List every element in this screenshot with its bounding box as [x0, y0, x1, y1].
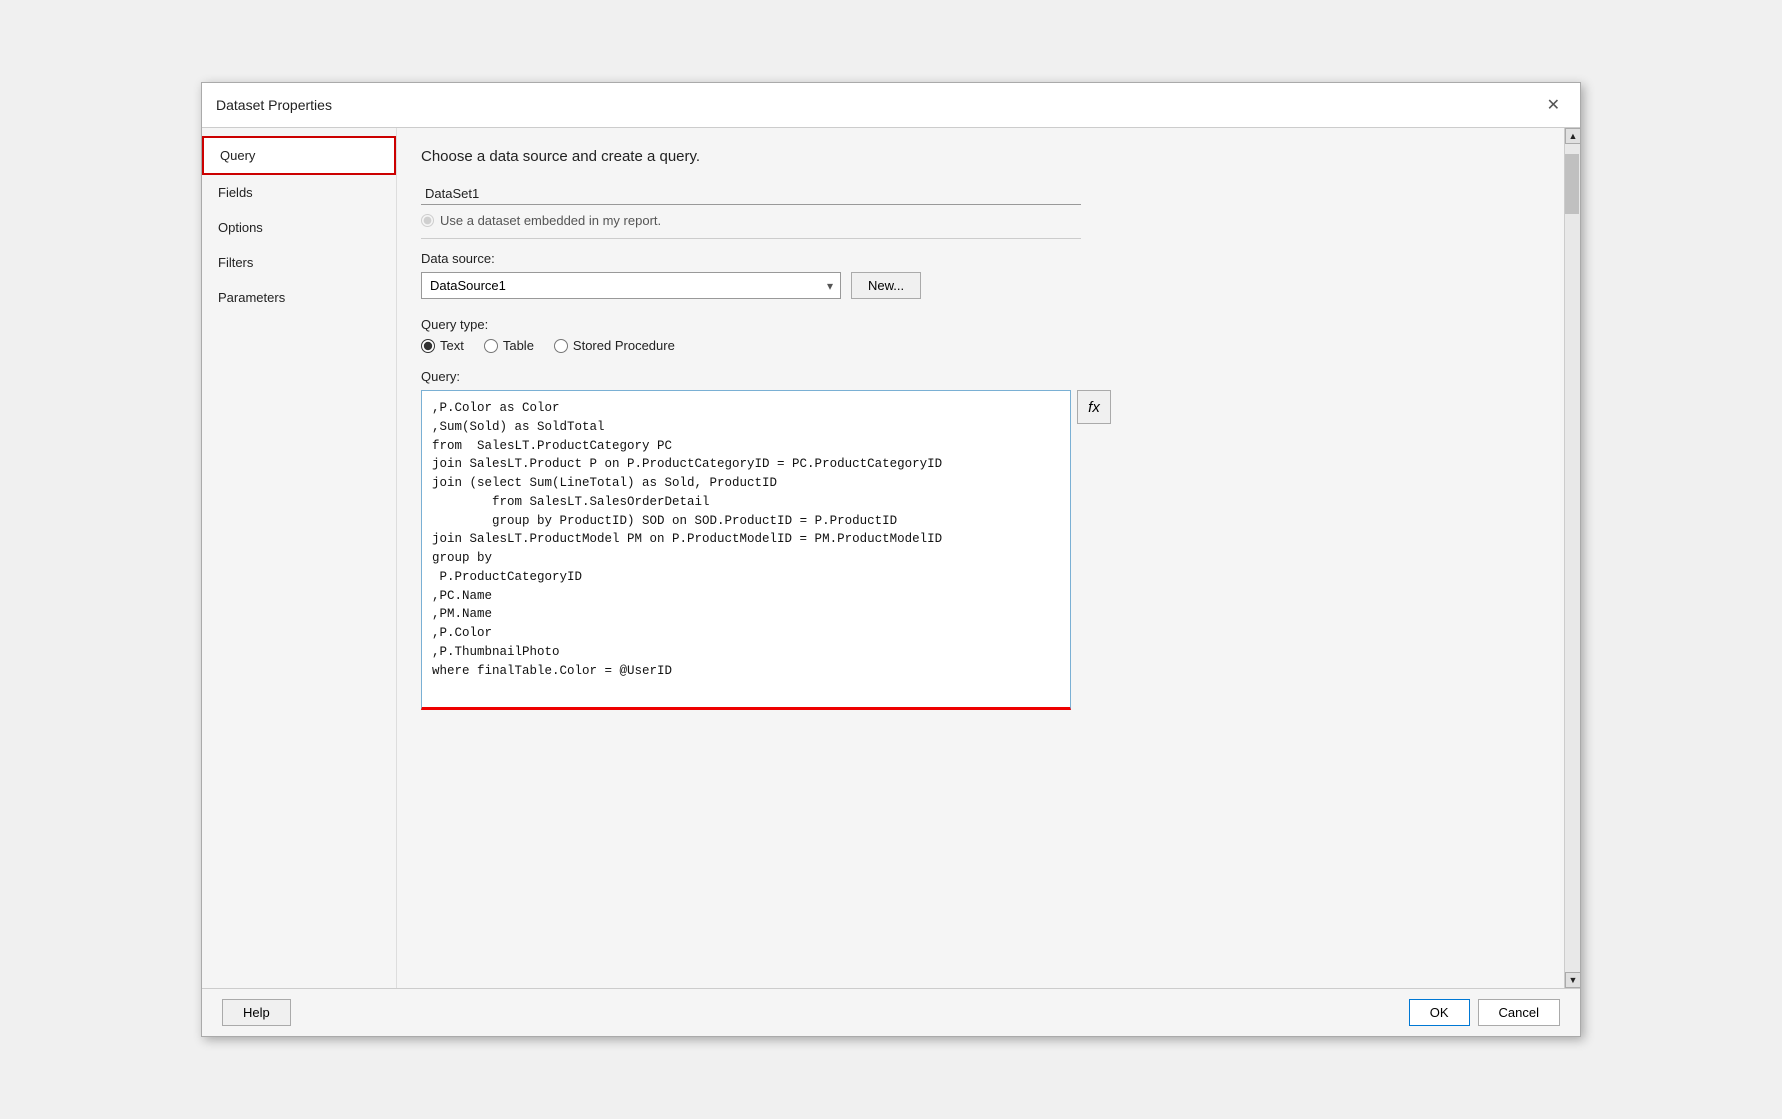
dataset-name-row [421, 183, 1540, 205]
sidebar: Query Fields Options Filters Parameters [202, 128, 397, 988]
scroll-thumb[interactable] [1565, 154, 1579, 214]
querytype-text-radio[interactable] [421, 339, 435, 353]
sidebar-item-fields[interactable]: Fields [202, 175, 396, 210]
datasource-label: Data source: [421, 251, 1540, 266]
sidebar-item-parameters[interactable]: Parameters [202, 280, 396, 315]
dataset-properties-dialog: Dataset Properties ✕ Query Fields Option… [201, 82, 1581, 1037]
scroll-up-arrow[interactable]: ▲ [1565, 128, 1581, 144]
querytype-storedproc-label: Stored Procedure [573, 338, 675, 353]
title-bar: Dataset Properties ✕ [202, 83, 1580, 128]
main-title: Choose a data source and create a query. [421, 148, 1540, 165]
main-scrollbar[interactable]: ▲ ▼ [1564, 128, 1580, 988]
dataset-section: Use a dataset embedded in my report. Dat… [421, 183, 1540, 710]
sidebar-item-filters[interactable]: Filters [202, 245, 396, 280]
query-textarea[interactable] [421, 390, 1071, 710]
help-button[interactable]: Help [222, 999, 291, 1026]
cancel-button[interactable]: Cancel [1478, 999, 1560, 1026]
scroll-track [1565, 144, 1580, 972]
datasource-select[interactable]: DataSource1 [421, 272, 841, 299]
embedded-radio-row: Use a dataset embedded in my report. [421, 213, 1540, 228]
querytype-table-label: Table [503, 338, 534, 353]
new-button[interactable]: New... [851, 272, 921, 299]
footer-right-buttons: OK Cancel [1409, 999, 1560, 1026]
querytype-table-radio[interactable] [484, 339, 498, 353]
querytype-text-label: Text [440, 338, 464, 353]
sidebar-item-options[interactable]: Options [202, 210, 396, 245]
datasource-row: DataSource1 New... [421, 272, 1540, 299]
main-content: Choose a data source and create a query.… [397, 128, 1564, 988]
datasource-select-wrapper: DataSource1 [421, 272, 841, 299]
scroll-down-arrow[interactable]: ▼ [1565, 972, 1581, 988]
querytype-label: Query type: [421, 317, 1540, 332]
sidebar-item-query[interactable]: Query [202, 136, 396, 175]
querytype-text-option[interactable]: Text [421, 338, 464, 353]
embedded-radio[interactable] [421, 214, 434, 227]
querytype-storedproc-option[interactable]: Stored Procedure [554, 338, 675, 353]
fx-button[interactable]: fx [1077, 390, 1111, 424]
dialog-title: Dataset Properties [216, 97, 332, 113]
close-button[interactable]: ✕ [1541, 93, 1566, 117]
querytype-table-option[interactable]: Table [484, 338, 534, 353]
dialog-footer: Help OK Cancel [202, 988, 1580, 1036]
query-area-wrapper: fx [421, 390, 1540, 710]
querytype-storedproc-radio[interactable] [554, 339, 568, 353]
embedded-radio-label: Use a dataset embedded in my report. [440, 213, 661, 228]
ok-button[interactable]: OK [1409, 999, 1470, 1026]
dataset-name-input[interactable] [421, 183, 1081, 205]
divider [421, 238, 1081, 239]
dialog-body: Query Fields Options Filters Parameters … [202, 128, 1580, 988]
query-label: Query: [421, 369, 1540, 384]
querytype-row: Text Table Stored Procedure [421, 338, 1540, 353]
